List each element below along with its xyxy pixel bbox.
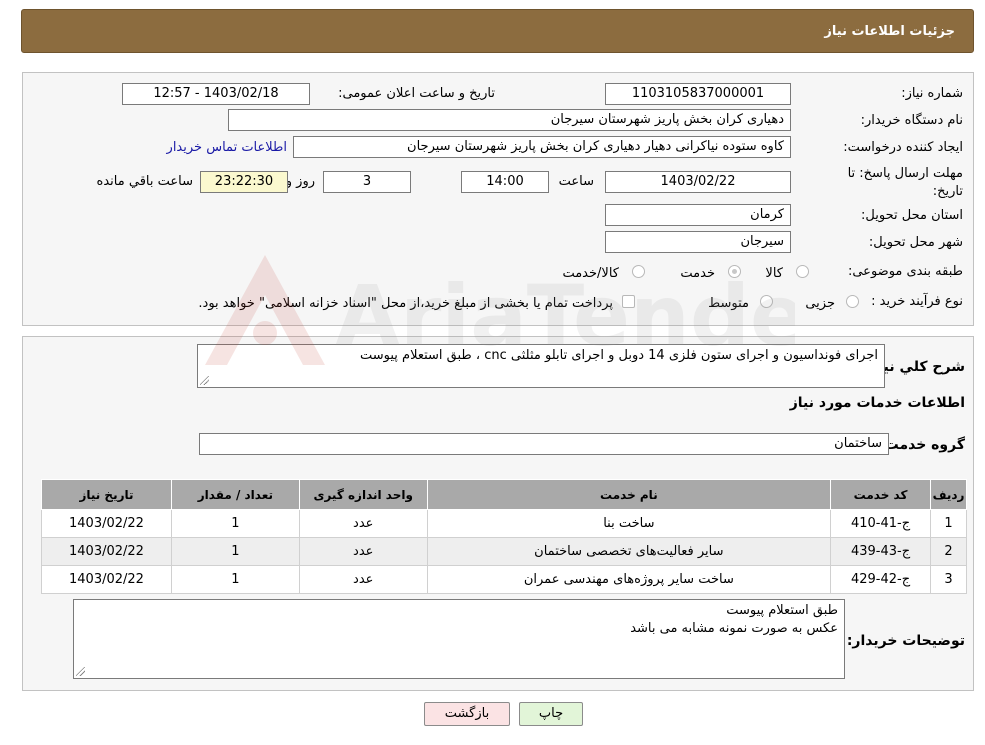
table-row: 2 ج-43-439 سایر فعالیت‌های تخصصی ساختمان… [41, 537, 967, 566]
days-remaining-field: 3 [323, 171, 411, 193]
service-group-label: گروه خدمت: [879, 437, 965, 453]
row-number: 1 [930, 509, 967, 538]
city-label: شهر محل تحویل: [868, 235, 963, 250]
category-goods-label: کالا [765, 266, 783, 281]
category-goods-service-radio[interactable] [632, 265, 645, 278]
process-medium-radio[interactable] [760, 295, 773, 308]
column-header: ردیف [930, 479, 967, 510]
buyer-contact-link[interactable]: اطلاعات تماس خریدار [167, 140, 287, 155]
remaining-time-field: 23:22:30 [200, 171, 288, 193]
deadline-label-line2: تاریخ: [932, 184, 963, 199]
column-header: نام خدمت [426, 479, 832, 510]
province-label: استان محل تحویل: [861, 208, 963, 223]
quantity: 1 [170, 509, 300, 538]
process-medium-label: متوسط [708, 296, 749, 311]
creator-label: ایجاد کننده درخواست: [843, 140, 963, 155]
category-service-label: خدمت [680, 266, 715, 281]
buyer-notes-label: توضیحات خریدار: [846, 633, 965, 649]
buyer-notes-line: طبق استعلام پیوست [726, 603, 838, 618]
quantity: 1 [170, 537, 300, 566]
summary-textarea[interactable]: اجرای فونداسیون و اجرای ستون فلزی 14 دوب… [197, 344, 885, 388]
print-button[interactable]: چاپ [519, 702, 583, 726]
page-header: جزئیات اطلاعات نیاز [21, 9, 974, 53]
province-field: کرمان [605, 204, 791, 226]
unit: عدد [298, 537, 428, 566]
days-label: روز و [285, 174, 315, 189]
deadline-label-line1: مهلت ارسال پاسخ: تا [847, 166, 963, 181]
category-service-radio[interactable] [728, 265, 741, 278]
unit: عدد [298, 509, 428, 538]
services-heading: اطلاعات خدمات مورد نیاز [789, 395, 965, 411]
announce-date-field: 1403/02/18 - 12:57 [122, 83, 310, 105]
need-date: 1403/02/22 [41, 565, 172, 594]
quantity: 1 [170, 565, 300, 594]
summary-text: اجرای فونداسیون و اجرای ستون فلزی 14 دوب… [359, 348, 878, 363]
announce-date-label: تاریخ و ساعت اعلان عمومی: [338, 86, 495, 101]
city-field: سیرجان [605, 231, 791, 253]
need-number-field: 1103105837000001 [605, 83, 791, 105]
service-name: ساخت بنا [426, 509, 832, 538]
column-header: تاریخ نیاز [41, 479, 172, 510]
process-label: نوع فرآیند خرید : [871, 294, 963, 309]
process-minor-radio[interactable] [846, 295, 859, 308]
need-info-panel: شماره نیاز: 1103105837000001 تاریخ و ساع… [22, 72, 974, 326]
creator-field: کاوه ستوده نیاکرانی دهیار دهیاری کران بخ… [293, 136, 791, 158]
column-header: کد خدمت [830, 479, 932, 510]
service-group-field: ساختمان [199, 433, 889, 455]
services-table: ردیف کد خدمت نام خدمت واحد اندازه گیری ت… [41, 479, 967, 594]
service-code: ج-42-429 [830, 565, 932, 594]
service-name: سایر فعالیت‌های تخصصی ساختمان [426, 537, 832, 566]
service-code: ج-41-410 [830, 509, 932, 538]
resize-grip-icon[interactable] [200, 376, 209, 385]
column-header: تعداد / مقدار [170, 479, 300, 510]
table-row: 1 ج-41-410 ساخت بنا عدد 1 1403/02/22 [41, 509, 967, 538]
need-number-label: شماره نیاز: [901, 86, 963, 101]
column-header: واحد اندازه گیری [298, 479, 428, 510]
need-date: 1403/02/22 [41, 509, 172, 538]
category-goods-radio[interactable] [796, 265, 809, 278]
page-title: جزئیات اطلاعات نیاز [824, 24, 955, 39]
service-name: ساخت سایر پروژه‌های مهندسی عمران [426, 565, 832, 594]
resize-grip-icon[interactable] [76, 667, 85, 676]
buyer-org-label: نام دستگاه خریدار: [860, 113, 963, 128]
row-number: 2 [930, 537, 967, 566]
need-details-panel: شرح کلي نیاز: اجرای فونداسیون و اجرای ست… [22, 336, 974, 691]
category-label: طبقه بندی موضوعی: [847, 264, 963, 279]
table-row: 3 ج-42-429 ساخت سایر پروژه‌های مهندسی عم… [41, 565, 967, 594]
treasury-payment-checkbox[interactable] [622, 295, 635, 308]
deadline-time-field: 14:00 [461, 171, 549, 193]
category-goods-service-label: کالا/خدمت [562, 266, 619, 281]
row-number: 3 [930, 565, 967, 594]
need-date: 1403/02/22 [41, 537, 172, 566]
back-button[interactable]: بازگشت [424, 702, 510, 726]
buyer-notes-line: عکس به صورت نمونه مشابه می باشد [630, 621, 838, 636]
process-minor-label: جزیی [805, 296, 835, 311]
deadline-time-label: ساعت [558, 174, 594, 189]
service-code: ج-43-439 [830, 537, 932, 566]
buyer-notes-textarea[interactable]: طبق استعلام پیوست عکس به صورت نمونه مشاب… [73, 599, 845, 679]
treasury-payment-note: پرداخت تمام یا بخشی از مبلغ خرید،از محل … [198, 296, 613, 311]
remaining-time-label: ساعت باقي مانده [96, 174, 193, 189]
unit: عدد [298, 565, 428, 594]
table-header-row: ردیف کد خدمت نام خدمت واحد اندازه گیری ت… [41, 479, 967, 510]
buyer-org-field: دهیاری کران بخش پاریز شهرستان سیرجان [228, 109, 791, 131]
deadline-date-field: 1403/02/22 [605, 171, 791, 193]
